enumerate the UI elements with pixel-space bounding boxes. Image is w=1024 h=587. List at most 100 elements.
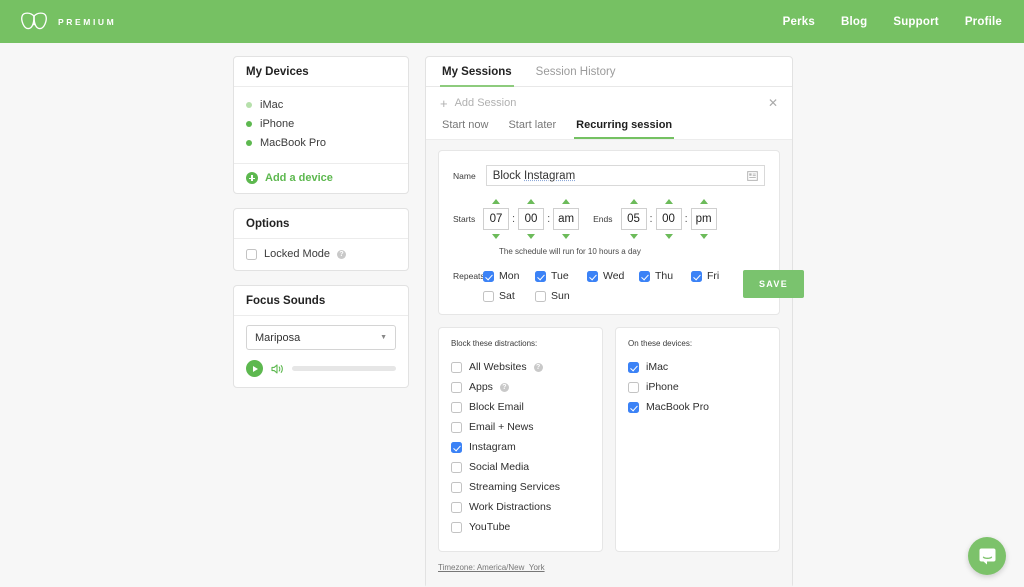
my-devices-card: My Devices iMac iPhone MacBook Pro Add a… xyxy=(233,56,409,194)
timezone-link[interactable]: Timezone: America/New_York xyxy=(438,563,545,572)
distraction-checkbox[interactable] xyxy=(451,402,462,413)
arrow-down-icon[interactable] xyxy=(700,234,708,239)
add-a-device-button[interactable]: Add a device xyxy=(234,163,408,193)
distraction-checkbox[interactable] xyxy=(451,522,462,533)
arrow-down-icon[interactable] xyxy=(630,234,638,239)
focus-sound-select[interactable]: Mariposa ▼ xyxy=(246,325,396,350)
session-device-iphone[interactable]: iPhone xyxy=(628,377,767,397)
end-meridiem-value[interactable]: pm xyxy=(691,208,717,230)
distraction-checkbox[interactable] xyxy=(451,442,462,453)
device-checkbox[interactable] xyxy=(628,382,639,393)
nav-link-profile[interactable]: Profile xyxy=(965,16,1002,28)
day-toggle-tue[interactable]: Tue xyxy=(535,270,587,282)
add-session-label[interactable]: Add Session xyxy=(455,97,517,109)
day-checkbox[interactable] xyxy=(639,271,650,282)
subtab-start-later[interactable]: Start later xyxy=(506,116,558,139)
play-button[interactable] xyxy=(246,360,263,377)
nav-link-blog[interactable]: Blog xyxy=(841,16,867,28)
arrow-down-icon[interactable] xyxy=(492,234,500,239)
volume-slider[interactable] xyxy=(292,366,396,371)
arrow-down-icon[interactable] xyxy=(665,234,673,239)
device-item-imac[interactable]: iMac xyxy=(246,96,396,115)
day-toggle-wed[interactable]: Wed xyxy=(587,270,639,282)
nav-link-perks[interactable]: Perks xyxy=(783,16,815,28)
day-checkbox[interactable] xyxy=(483,271,494,282)
distraction-social-media[interactable]: Social Media xyxy=(451,457,590,477)
day-checkbox[interactable] xyxy=(587,271,598,282)
end-meridiem-stepper[interactable]: pm xyxy=(691,199,717,239)
end-minute-stepper[interactable]: 00 xyxy=(656,199,682,239)
device-item-macbook-pro[interactable]: MacBook Pro xyxy=(246,134,396,153)
day-toggle-sat[interactable]: Sat xyxy=(483,290,535,302)
session-device-imac[interactable]: iMac xyxy=(628,357,767,377)
arrow-up-icon[interactable] xyxy=(630,199,638,204)
arrow-up-icon[interactable] xyxy=(700,199,708,204)
end-minute-value[interactable]: 00 xyxy=(656,208,682,230)
distraction-checkbox[interactable] xyxy=(451,422,462,433)
day-toggle-sun[interactable]: Sun xyxy=(535,290,587,302)
nav-link-support[interactable]: Support xyxy=(893,16,938,28)
start-hour-stepper[interactable]: 07 xyxy=(483,199,509,239)
start-hour-value[interactable]: 07 xyxy=(483,208,509,230)
start-meridiem-value[interactable]: am xyxy=(553,208,579,230)
volume-icon[interactable] xyxy=(271,363,284,375)
arrow-down-icon[interactable] xyxy=(527,234,535,239)
start-meridiem-stepper[interactable]: am xyxy=(553,199,579,239)
distraction-streaming-services[interactable]: Streaming Services xyxy=(451,477,590,497)
distraction-checkbox[interactable] xyxy=(451,502,462,513)
help-icon[interactable]: ? xyxy=(534,363,543,372)
distraction-checkbox[interactable] xyxy=(451,482,462,493)
day-toggle-mon[interactable]: Mon xyxy=(483,270,535,282)
arrow-up-icon[interactable] xyxy=(527,199,535,204)
start-minute-stepper[interactable]: 00 xyxy=(518,199,544,239)
day-checkbox[interactable] xyxy=(535,291,546,302)
time-colon: : xyxy=(509,213,518,225)
session-device-macbook-pro[interactable]: MacBook Pro xyxy=(628,397,767,417)
session-name-input[interactable]: Block Instagram xyxy=(486,165,765,186)
distraction-block-email[interactable]: Block Email xyxy=(451,397,590,417)
distraction-youtube[interactable]: YouTube xyxy=(451,517,590,537)
device-item-iphone[interactable]: iPhone xyxy=(246,115,396,134)
arrow-up-icon[interactable] xyxy=(562,199,570,204)
device-checkbox[interactable] xyxy=(628,362,639,373)
end-hour-value[interactable]: 05 xyxy=(621,208,647,230)
day-toggle-thu[interactable]: Thu xyxy=(639,270,691,282)
tab-my-sessions[interactable]: My Sessions xyxy=(440,57,514,87)
help-icon[interactable]: ? xyxy=(337,250,346,259)
day-toggle-fri[interactable]: Fri xyxy=(691,270,743,282)
day-checkbox[interactable] xyxy=(535,271,546,282)
locked-mode-row[interactable]: Locked Mode ? xyxy=(246,248,396,260)
distraction-label: Email + News xyxy=(469,421,533,433)
repeats-row: Repeats Mon Tue xyxy=(453,270,765,302)
intercom-chat-button[interactable] xyxy=(968,537,1006,575)
arrow-up-icon[interactable] xyxy=(665,199,673,204)
day-checkbox[interactable] xyxy=(483,291,494,302)
tab-session-history[interactable]: Session History xyxy=(534,57,618,87)
device-checkbox[interactable] xyxy=(628,402,639,413)
help-icon[interactable]: ? xyxy=(500,383,509,392)
distraction-work-distractions[interactable]: Work Distractions xyxy=(451,497,590,517)
subtab-recurring-session[interactable]: Recurring session xyxy=(574,116,674,139)
template-list-icon[interactable] xyxy=(747,171,758,181)
start-minute-value[interactable]: 00 xyxy=(518,208,544,230)
distraction-all-websites[interactable]: All Websites ? xyxy=(451,357,590,377)
distraction-instagram[interactable]: Instagram xyxy=(451,437,590,457)
arrow-up-icon[interactable] xyxy=(492,199,500,204)
brand-logo[interactable]: PREMIUM xyxy=(20,11,116,33)
distraction-apps[interactable]: Apps ? xyxy=(451,377,590,397)
distraction-checkbox[interactable] xyxy=(451,382,462,393)
distraction-checkbox[interactable] xyxy=(451,362,462,373)
left-sidebar: My Devices iMac iPhone MacBook Pro Add a… xyxy=(233,56,409,587)
close-icon[interactable]: ✕ xyxy=(768,96,778,110)
locked-mode-checkbox[interactable] xyxy=(246,249,257,260)
arrow-down-icon[interactable] xyxy=(562,234,570,239)
start-time-group: 07 : 00 : am xyxy=(483,199,579,239)
distraction-checkbox[interactable] xyxy=(451,462,462,473)
day-label: Thu xyxy=(655,270,673,282)
save-button[interactable]: SAVE xyxy=(743,270,804,298)
distraction-email-news[interactable]: Email + News xyxy=(451,417,590,437)
end-hour-stepper[interactable]: 05 xyxy=(621,199,647,239)
repeats-label: Repeats xyxy=(453,270,483,302)
subtab-start-now[interactable]: Start now xyxy=(440,116,490,139)
day-checkbox[interactable] xyxy=(691,271,702,282)
